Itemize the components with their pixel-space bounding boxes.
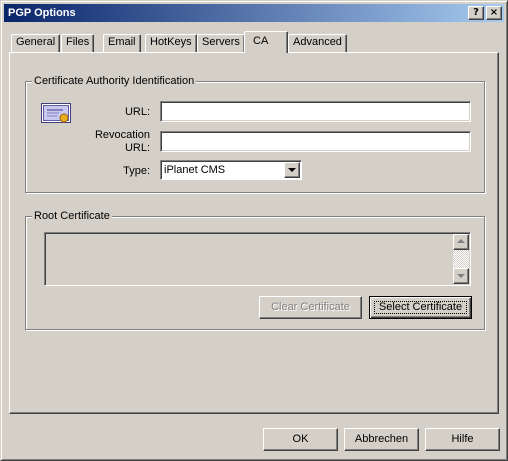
tab-general[interactable]: General	[11, 34, 61, 52]
tab-label: CA	[253, 35, 269, 47]
tab-label: General	[16, 36, 56, 48]
chevron-down-icon	[288, 168, 296, 172]
ok-button[interactable]: OK	[263, 428, 338, 451]
revocation-url-input[interactable]	[160, 131, 471, 152]
close-button[interactable]: ×	[486, 6, 502, 20]
close-icon: ×	[489, 7, 499, 18]
revocation-url-label: Revocation URL:	[85, 129, 150, 155]
clear-certificate-button[interactable]: Clear Certificate	[259, 296, 362, 319]
arrow-down-icon	[457, 274, 465, 278]
type-select[interactable]: iPlanet CMS	[160, 160, 302, 180]
help-label: Hilfe	[451, 433, 474, 445]
ca-group-title: Certificate Authority Identification	[32, 75, 197, 88]
certificate-icon	[41, 103, 71, 123]
tab-email[interactable]: Email	[103, 34, 141, 52]
url-label-text: URL:	[124, 106, 150, 118]
clear-certificate-label: Clear Certificate	[271, 301, 350, 313]
tab-hotkeys[interactable]: HotKeys	[145, 34, 197, 52]
scroll-down-button[interactable]	[453, 268, 469, 284]
arrow-up-icon	[457, 239, 465, 243]
question-mark-icon: ?	[473, 7, 479, 18]
cancel-label: Abbrechen	[354, 433, 409, 445]
pgp-options-dialog: PGP Options ? × General Files Email HotK…	[0, 0, 508, 461]
tab-ca[interactable]: CA	[244, 31, 288, 53]
scroll-up-button[interactable]	[453, 234, 469, 250]
tab-servers[interactable]: Servers	[197, 34, 245, 52]
tab-label: Advanced	[293, 36, 342, 48]
root-group-title: Root Certificate	[32, 210, 112, 223]
type-dropdown-button[interactable]	[284, 162, 300, 178]
revocation-label-line2: URL:	[124, 142, 150, 154]
select-certificate-label: Select Certificate	[378, 301, 463, 313]
select-certificate-button[interactable]: Select Certificate	[369, 296, 472, 319]
url-label: URL:	[105, 106, 150, 119]
ok-label: OK	[292, 433, 309, 445]
help-title-button[interactable]: ?	[468, 6, 484, 20]
tab-label: HotKeys	[150, 36, 192, 48]
type-label: Type:	[105, 165, 150, 178]
url-input[interactable]	[160, 101, 471, 122]
type-label-text: Type:	[123, 165, 150, 177]
tab-advanced[interactable]: Advanced	[288, 34, 347, 52]
title-bar[interactable]: PGP Options ? ×	[4, 4, 504, 22]
window-title: PGP Options	[8, 7, 76, 19]
revocation-label-line1: Revocation	[94, 129, 150, 141]
certificate-scrollbar[interactable]	[453, 234, 469, 284]
tab-label: Files	[66, 36, 90, 48]
help-button[interactable]: Hilfe	[425, 428, 500, 451]
tab-label: Email	[108, 36, 136, 48]
root-certificate-textarea[interactable]	[44, 232, 471, 286]
type-select-value: iPlanet CMS	[164, 164, 226, 176]
tab-files[interactable]: Files	[61, 34, 95, 52]
cancel-button[interactable]: Abbrechen	[344, 428, 419, 451]
tab-label: Servers	[202, 36, 240, 48]
